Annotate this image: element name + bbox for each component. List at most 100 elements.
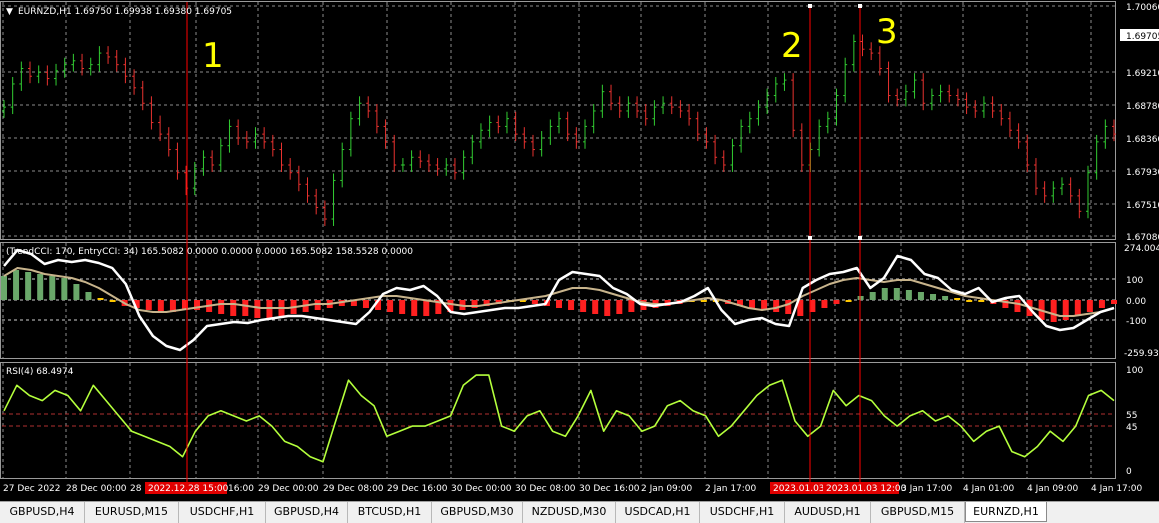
cci-histogram-bar (230, 300, 237, 316)
cci-histogram-bar (556, 300, 562, 308)
cci-histogram-bar (1050, 300, 1057, 322)
current-price: 1.69705 (1126, 32, 1159, 42)
time-label: 2 Jan 09:00 (641, 484, 693, 494)
cci-histogram-bar (845, 300, 852, 302)
cci-histogram-bar (833, 300, 840, 304)
cci-top-label: 274.0049 (1124, 244, 1159, 254)
cci-histogram-bar (749, 300, 756, 308)
rsi-level-label: 55 (1126, 411, 1137, 421)
cci-histogram-bar (411, 300, 418, 316)
cci-bottom-label: -259.938 (1124, 349, 1159, 359)
symbol-tab-bar: GBPUSD,H4 EURUSD,M15 USDCHF,H1 GBPUSD,H4… (0, 501, 1159, 523)
cci-histogram-bar (773, 300, 780, 312)
cci-histogram-bar (893, 288, 900, 300)
cci-histogram-bar (966, 300, 973, 302)
price-label: 1.67930 (1126, 168, 1159, 178)
time-label: 30 Dec 00:00 (451, 484, 512, 494)
tab-usdcad-h1[interactable]: USDCAD,H1 (616, 502, 700, 523)
cci-histogram-bar (616, 300, 623, 314)
cci-histogram-bar (604, 300, 611, 316)
price-label: 1.67510 (1126, 201, 1159, 211)
time-label: 4 Jan 17:00 (1091, 484, 1143, 494)
price-label: 1.68780 (1126, 102, 1159, 112)
cci-histogram-bar (97, 298, 104, 300)
time-label: 4 Jan 09:00 (1027, 484, 1079, 494)
time-label: 27 Dec 2022 (3, 484, 61, 494)
price-label: 1.69210 (1126, 69, 1159, 79)
chart-menu-arrow-icon[interactable]: ▼ (6, 7, 13, 17)
cci-histogram-bar (821, 300, 828, 308)
price-label: 1.70060 (1126, 3, 1159, 13)
cci-histogram-bar (362, 300, 369, 308)
cci-histogram-bar (1111, 300, 1117, 304)
line-handle[interactable] (858, 236, 862, 240)
time-highlight-label: 2023.01.03 12:00 (826, 484, 907, 494)
cci-histogram-bar (387, 300, 394, 312)
cci-histogram-bar (1, 276, 7, 300)
cci-histogram-bar (109, 300, 116, 302)
tab-gbpusd-h4[interactable]: GBPUSD,H4 (266, 502, 348, 523)
cci-histogram-bar (881, 288, 888, 300)
tab-btcusd-h1[interactable]: BTCUSD,H1 (348, 502, 432, 523)
cci-level-label: -100 (1126, 317, 1147, 327)
cci-header: (TrendCCI: 170, EntryCCI: 34) 165.5082 0… (6, 247, 413, 257)
cci-histogram-bar (954, 298, 961, 300)
cci-histogram-bar (242, 300, 249, 316)
tab-eurnzd-h1[interactable]: EURNZD,H1 (965, 502, 1047, 522)
tab-eurusd-m15[interactable]: EURUSD,M15 (85, 502, 179, 523)
cci-histogram-bar (930, 294, 937, 300)
time-label: 29 Dec 08:00 (323, 484, 384, 494)
tab-usdchf-h1[interactable]: USDCHF,H1 (179, 502, 266, 523)
line-handle[interactable] (808, 4, 812, 8)
time-label: 16:00 (228, 484, 254, 494)
cci-histogram-bar (785, 300, 792, 314)
rsi-header: RSI(4) 68.4974 (6, 367, 74, 377)
main-header: EURNZD,H1 1.69750 1.69938 1.69380 1.6970… (18, 7, 232, 17)
cci-histogram-bar (531, 300, 538, 304)
price-label: 1.67080 (1126, 233, 1159, 243)
cci-histogram-bar (1074, 300, 1081, 316)
cci-histogram-bar (905, 290, 912, 300)
tab-usdchf-h1[interactable]: USDCHF,H1 (700, 502, 785, 523)
line-handle[interactable] (858, 4, 862, 8)
time-label: 29 Dec 16:00 (387, 484, 448, 494)
tab-audusd-h1[interactable]: AUDUSD,H1 (785, 502, 871, 523)
cci-histogram-bar (942, 296, 949, 300)
tab-gbpusd-m30[interactable]: GBPUSD,M30 (432, 502, 523, 523)
time-label: 30 Dec 16:00 (579, 484, 640, 494)
tab-nzdusd-m30[interactable]: NZDUSD,M30 (523, 502, 616, 523)
cci-histogram-bar (917, 292, 924, 300)
cci-histogram-bar (869, 292, 876, 300)
line-handle[interactable] (808, 236, 812, 240)
annotation-label-3: 3 (876, 12, 898, 52)
annotation-label-2: 2 (781, 26, 803, 66)
time-label: 3 Jan 17:00 (901, 484, 953, 494)
cci-histogram-bar (592, 300, 599, 314)
time-label: 30 Dec 08:00 (515, 484, 576, 494)
cci-histogram-bar (85, 292, 92, 300)
cci-histogram-bar (61, 278, 68, 300)
cci-histogram-bar (37, 274, 44, 300)
cci-histogram-bar (857, 296, 864, 300)
cci-histogram-bar (1086, 300, 1093, 312)
cci-histogram-bar (700, 300, 707, 302)
cci-histogram-bar (978, 300, 985, 302)
tab-gbpusd-m15[interactable]: GBPUSD,M15 (871, 502, 965, 523)
time-label: 29 Dec 00:00 (258, 484, 319, 494)
cci-histogram-bar (73, 284, 80, 300)
cci-histogram-bar (13, 270, 20, 300)
time-label: 2 Jan 17:00 (705, 484, 757, 494)
cci-histogram-bar (145, 300, 152, 310)
rsi-level-label: 0 (1126, 467, 1132, 477)
chart-area[interactable]: 1 2 3 ▼ EURNZD,H1 1.69750 1.69938 1.6938… (0, 0, 1159, 501)
cci-histogram-bar (423, 300, 430, 316)
cci-level-label: 100 (1126, 276, 1143, 286)
rsi-level-label: 45 (1126, 423, 1137, 433)
cci-histogram-bar (580, 300, 587, 312)
cci-histogram-bar (568, 300, 575, 310)
cci-histogram-bar (1098, 300, 1105, 308)
cci-histogram-bar (49, 276, 56, 300)
tab-gbpusd-h4[interactable]: GBPUSD,H4 (0, 502, 85, 523)
time-highlight-label: 2022.12.28 15:00 (148, 484, 229, 494)
cci-histogram-bar (218, 300, 225, 314)
